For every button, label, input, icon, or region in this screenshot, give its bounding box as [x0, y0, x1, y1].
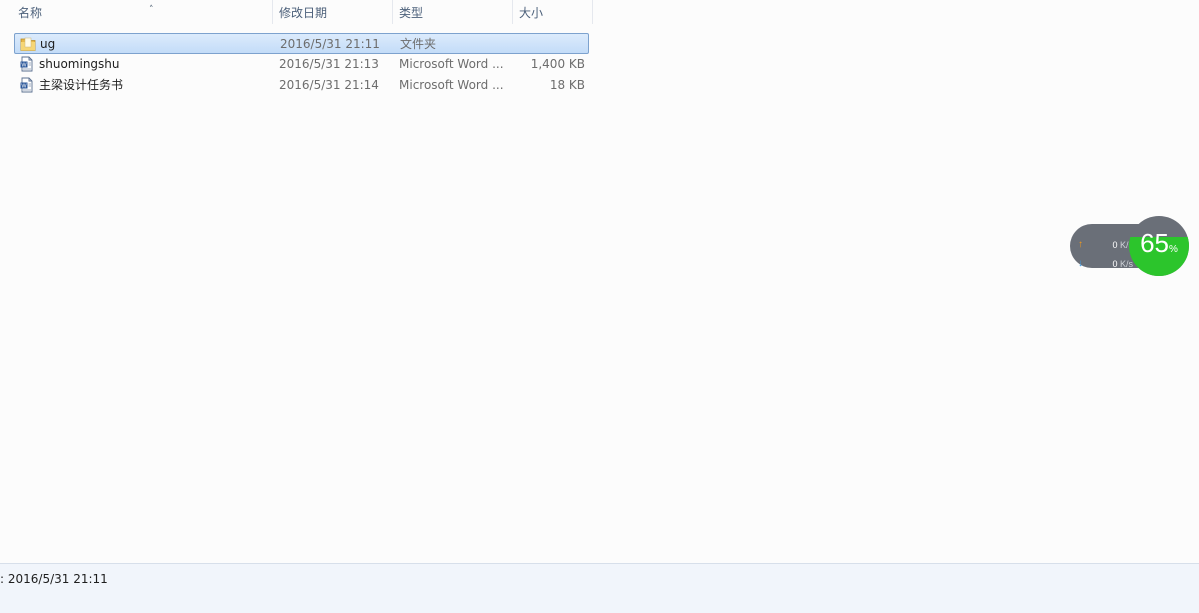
column-header-type[interactable]: 类型	[393, 0, 513, 24]
percent-value: 65	[1140, 228, 1169, 258]
status-bar: 期: 2016/5/31 21:11	[0, 563, 1199, 613]
file-size	[512, 34, 586, 55]
column-header-modified[interactable]: 修改日期	[273, 0, 393, 24]
percent-sign: %	[1169, 244, 1178, 255]
download-arrow-icon: ↓	[1078, 258, 1083, 269]
file-type: 文件夹	[400, 37, 437, 51]
file-modified: 2016/5/31 21:14	[279, 78, 379, 92]
svg-text:W: W	[21, 63, 27, 69]
folder-icon	[20, 37, 36, 51]
column-type-label: 类型	[399, 6, 424, 20]
word-document-icon: W	[20, 56, 33, 72]
file-type: Microsoft Word ...	[399, 78, 504, 92]
file-type: Microsoft Word ...	[399, 57, 504, 71]
download-value: 0	[1112, 259, 1118, 269]
file-row-task-book[interactable]: W 主梁设计任务书 2016/5/31 21:14 Microsoft Word…	[14, 75, 589, 96]
svg-text:W: W	[21, 84, 27, 90]
word-document-icon: W	[20, 77, 33, 93]
column-modified-label: 修改日期	[279, 6, 328, 20]
file-row-ug[interactable]: ug 2016/5/31 21:11 文件夹	[14, 33, 589, 54]
file-modified: 2016/5/31 21:11	[280, 37, 380, 51]
file-size: 18 KB	[549, 78, 585, 92]
file-size: 1,400 KB	[530, 57, 585, 71]
sort-ascending-icon: ˄	[149, 5, 154, 15]
status-bar-text: 期: 2016/5/31 21:11	[0, 572, 108, 586]
download-speed: ↓ 0 K/s	[1078, 257, 1133, 271]
file-row-shuomingshu[interactable]: W shuomingshu 2016/5/31 21:13 Microsoft …	[14, 54, 589, 75]
file-name: shuomingshu	[39, 57, 120, 71]
column-header: 名称 ˄ 修改日期 类型 大小	[0, 0, 593, 24]
upload-speed: ↑ 0 K/s	[1078, 238, 1133, 252]
column-header-size[interactable]: 大小	[513, 0, 593, 24]
column-header-name[interactable]: 名称 ˄	[12, 0, 273, 24]
column-size-label: 大小	[519, 6, 544, 20]
file-name: 主梁设计任务书	[39, 78, 124, 92]
upload-value: 0	[1112, 240, 1118, 250]
file-modified: 2016/5/31 21:13	[279, 57, 379, 71]
file-name: ug	[40, 37, 56, 51]
network-speed-widget[interactable]: ↑ 0 K/s ↓ 0 K/s 65%	[1070, 216, 1190, 276]
memory-usage-percent: 65%	[1129, 228, 1189, 259]
column-name-label: 名称	[18, 6, 43, 20]
upload-arrow-icon: ↑	[1078, 239, 1083, 250]
